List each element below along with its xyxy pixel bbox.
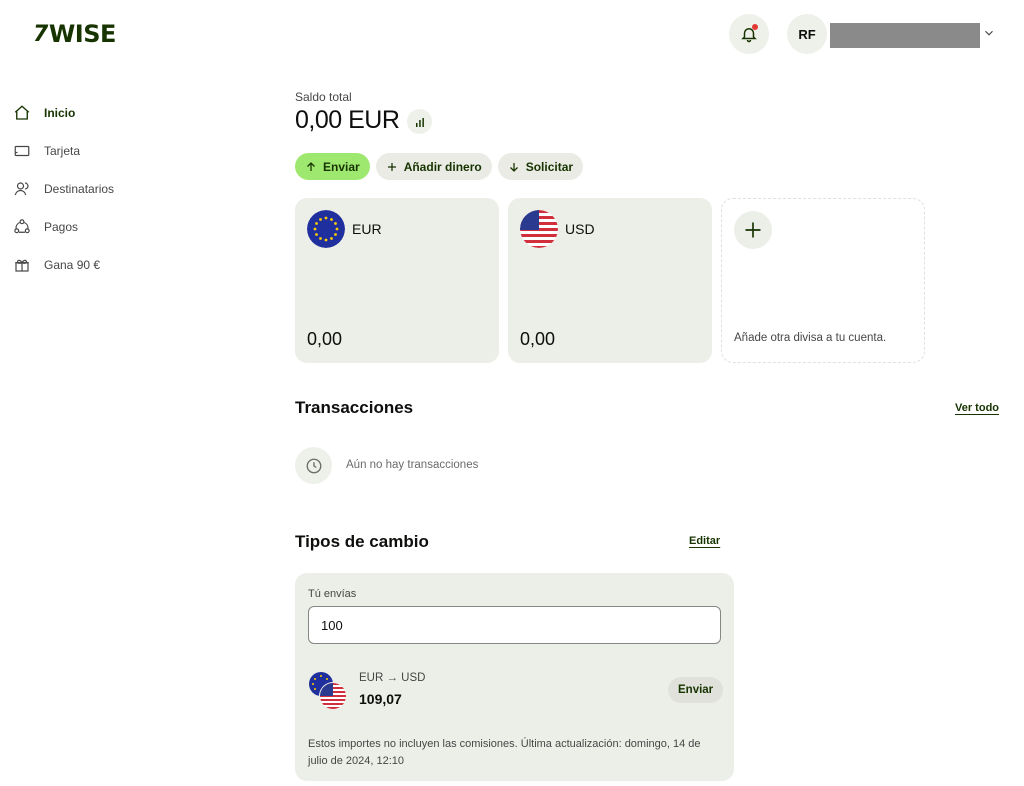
balance-label: Saldo total <box>295 90 352 104</box>
usd-balance-card[interactable]: USD 0,00 <box>508 198 712 363</box>
payments-icon <box>12 217 32 237</box>
sidebar: Inicio Tarjeta Destinatarios Pagos Gana … <box>12 94 252 284</box>
send-button-label: Enviar <box>323 159 360 174</box>
request-button[interactable]: Solicitar <box>497 153 584 180</box>
plus-icon <box>734 211 772 249</box>
sidebar-item-label: Gana 90 € <box>44 258 101 272</box>
currency-amount: 0,00 <box>520 329 556 349</box>
avatar[interactable]: RF <box>787 14 827 54</box>
notification-dot <box>752 24 758 30</box>
eur-balance-card[interactable]: EUR 0,00 <box>295 198 499 363</box>
request-button-label: Solicitar <box>525 159 574 174</box>
you-send-label: Tú envías <box>308 588 357 600</box>
logo-text: WISE <box>48 20 117 48</box>
eu-flag-icon <box>307 210 345 248</box>
transactions-title: Transacciones <box>295 398 414 417</box>
bar-chart-icon <box>415 117 424 127</box>
currency-code: USD <box>565 221 595 237</box>
action-buttons: Enviar Añadir dinero Solicitar <box>295 153 584 180</box>
add-money-button[interactable]: Añadir dinero <box>375 153 492 180</box>
currency-amount: 0,00 <box>307 329 343 349</box>
us-flag-icon <box>520 210 558 248</box>
currency-pair: EUR → USD <box>359 672 426 684</box>
empty-transactions-text: Aún no hay transacciones <box>346 459 479 471</box>
see-all-link[interactable]: Ver todo <box>955 402 999 414</box>
rate-send-button[interactable]: Enviar <box>668 677 724 703</box>
sidebar-item-gana[interactable]: Gana 90 € <box>12 246 252 284</box>
arrow-up-icon <box>305 161 317 173</box>
balance-value: 0,00 EUR <box>295 106 400 134</box>
add-currency-hint: Añade otra divisa a tu cuenta. <box>734 332 887 344</box>
recipients-icon <box>12 179 32 199</box>
currency-code: EUR <box>352 221 382 237</box>
rates-disclaimer: Estos importes no incluyen las comisione… <box>308 738 701 767</box>
sidebar-item-destinatarios[interactable]: Destinatarios <box>12 170 252 208</box>
plus-icon <box>386 161 398 173</box>
sidebar-item-inicio[interactable]: Inicio <box>12 94 252 132</box>
add-money-button-label: Añadir dinero <box>403 159 482 174</box>
wise-flag-icon: 7 <box>33 21 48 47</box>
sidebar-item-tarjeta[interactable]: Tarjeta <box>12 132 252 170</box>
currency-pair-flags-icon <box>307 670 349 712</box>
redacted-account-name[interactable] <box>830 23 980 48</box>
wise-logo[interactable]: 7 WISE <box>33 20 116 48</box>
rates-title: Tipos de cambio <box>295 532 429 551</box>
sidebar-item-label: Tarjeta <box>44 144 81 158</box>
gift-icon <box>12 255 32 275</box>
exchange-rate-box: Tú envías 100 EUR → USD 109,07 Enviar Es… <box>295 573 734 781</box>
sidebar-item-pagos[interactable]: Pagos <box>12 208 252 246</box>
card-icon <box>12 141 32 161</box>
clock-icon <box>295 447 332 484</box>
balance-chart-button[interactable] <box>407 109 432 134</box>
sidebar-item-label: Destinatarios <box>44 182 115 196</box>
arrow-down-icon <box>508 161 520 173</box>
send-button[interactable]: Enviar <box>295 153 370 180</box>
sidebar-item-label: Pagos <box>44 220 79 234</box>
edit-link[interactable]: Editar <box>689 535 720 547</box>
you-send-input[interactable]: 100 <box>308 606 721 644</box>
converted-amount: 109,07 <box>359 691 402 707</box>
chevron-down-icon[interactable] <box>982 26 996 40</box>
sidebar-item-label: Inicio <box>44 106 76 120</box>
home-icon <box>12 103 32 123</box>
add-currency-card[interactable]: Añade otra divisa a tu cuenta. <box>721 198 925 363</box>
notifications-button[interactable] <box>729 14 769 54</box>
